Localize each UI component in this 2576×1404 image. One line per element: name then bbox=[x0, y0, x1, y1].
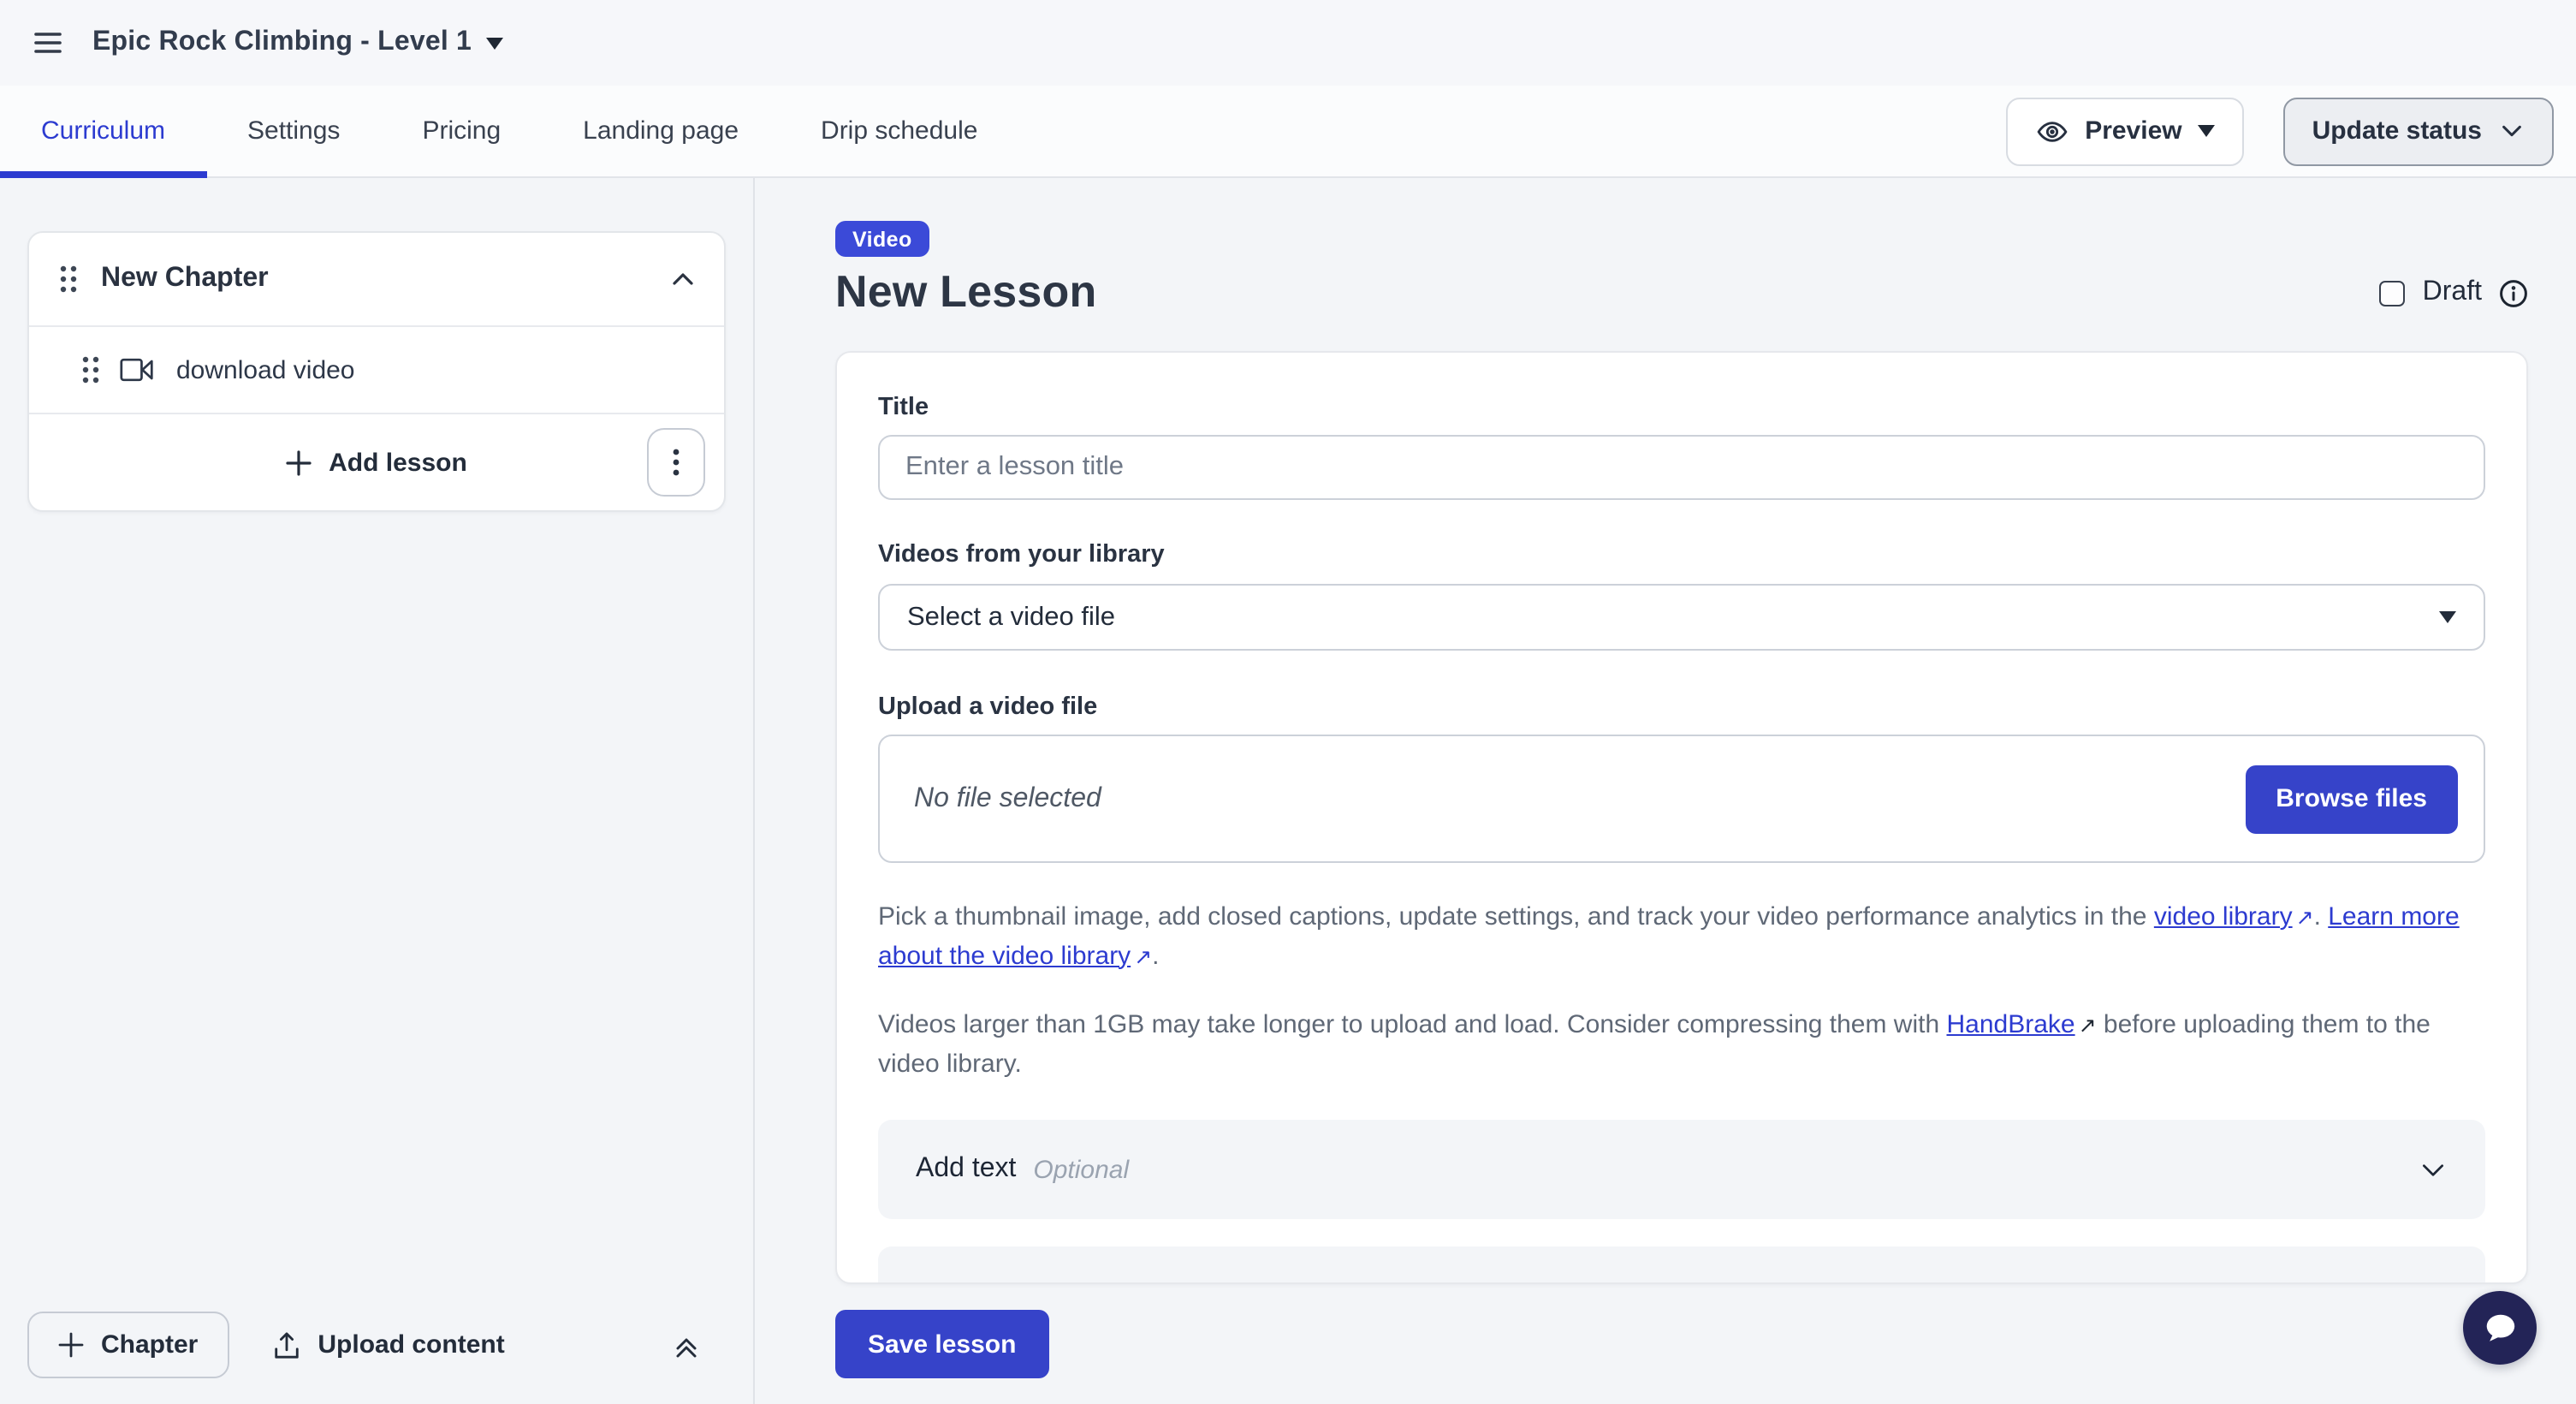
app-window: Epic Rock Climbing - Level 1 Curriculum … bbox=[0, 0, 2576, 1404]
lesson-type-badge: Video bbox=[835, 221, 929, 257]
chapter-footer: Add lesson bbox=[29, 414, 724, 510]
video-library-select[interactable]: Select a video file bbox=[878, 584, 2485, 651]
file-upload-dropzone[interactable]: No file selected Browse files bbox=[878, 735, 2485, 863]
no-file-text: No file selected bbox=[914, 783, 1101, 814]
lesson-title: download video bbox=[176, 355, 355, 384]
tab-settings[interactable]: Settings bbox=[206, 86, 381, 176]
drag-handle-icon[interactable] bbox=[80, 354, 101, 385]
add-text-section[interactable]: Add text Optional bbox=[878, 1120, 2485, 1219]
compression-help-text: Videos larger than 1GB may take longer t… bbox=[878, 1007, 2485, 1082]
video-library-help-text: Pick a thumbnail image, add closed capti… bbox=[878, 899, 2485, 976]
help-text: Pick a thumbnail image, add closed capti… bbox=[878, 902, 2154, 931]
chapter-title: New Chapter bbox=[101, 264, 269, 294]
tab-pricing[interactable]: Pricing bbox=[381, 86, 542, 176]
add-lesson-label: Add lesson bbox=[329, 448, 467, 477]
chevron-down-icon bbox=[2419, 1155, 2448, 1184]
caret-down-icon bbox=[2198, 125, 2215, 137]
add-lesson-button[interactable]: Add lesson bbox=[286, 448, 467, 477]
upload-content-label: Upload content bbox=[318, 1330, 504, 1359]
lesson-editor: Video New Lesson Draft Title Videos from… bbox=[755, 178, 2576, 1404]
draft-checkbox[interactable] bbox=[2380, 280, 2406, 306]
draft-label: Draft bbox=[2423, 277, 2482, 308]
tab-bar: Curriculum Settings Pricing Landing page… bbox=[0, 86, 2576, 178]
lesson-header: Video New Lesson Draft bbox=[835, 221, 2528, 318]
collapse-all-icon[interactable] bbox=[671, 1330, 702, 1360]
lesson-page-title: New Lesson bbox=[835, 265, 1096, 318]
browse-files-button[interactable]: Browse files bbox=[2245, 764, 2458, 833]
drag-handle-icon[interactable] bbox=[58, 264, 79, 294]
chapter-menu-button[interactable] bbox=[647, 428, 705, 497]
tab-landing-page[interactable]: Landing page bbox=[542, 86, 780, 176]
sidebar-footer: Chapter Upload content bbox=[27, 1312, 726, 1378]
caret-down-icon bbox=[485, 37, 502, 49]
kebab-icon bbox=[673, 449, 680, 476]
external-link-icon: ↗ bbox=[2079, 1008, 2097, 1045]
add-downloads-section[interactable]: Add downloads Optional bbox=[878, 1246, 2485, 1284]
plus-icon bbox=[58, 1332, 84, 1358]
chapter-header[interactable]: New Chapter bbox=[29, 233, 724, 325]
external-link-icon: ↗ bbox=[2296, 901, 2314, 937]
plus-icon bbox=[286, 449, 312, 475]
preview-label: Preview bbox=[2085, 116, 2181, 146]
upload-icon bbox=[271, 1330, 300, 1360]
video-camera-icon bbox=[120, 356, 154, 384]
chat-bubble-icon bbox=[2480, 1309, 2520, 1347]
save-lesson-button[interactable]: Save lesson bbox=[835, 1310, 1048, 1378]
chevron-up-icon[interactable] bbox=[669, 265, 697, 293]
chapter-card: New Chapter download video bbox=[27, 231, 726, 512]
external-link-icon: ↗ bbox=[1134, 939, 1152, 976]
preview-button[interactable]: Preview bbox=[2006, 97, 2243, 165]
optional-label: Optional bbox=[1033, 1155, 1129, 1184]
add-chapter-button[interactable]: Chapter bbox=[27, 1312, 229, 1378]
video-library-link[interactable]: video library bbox=[2154, 902, 2293, 931]
help-text: . bbox=[2314, 902, 2329, 931]
tab-bar-actions: Preview Update status bbox=[2006, 86, 2554, 176]
top-bar: Epic Rock Climbing - Level 1 bbox=[0, 0, 2576, 86]
lesson-row[interactable]: download video bbox=[29, 327, 724, 413]
course-title-dropdown[interactable]: Epic Rock Climbing - Level 1 bbox=[92, 27, 502, 58]
update-status-label: Update status bbox=[2312, 116, 2482, 146]
info-icon[interactable] bbox=[2499, 278, 2528, 307]
tab-curriculum[interactable]: Curriculum bbox=[0, 86, 206, 176]
course-title: Epic Rock Climbing - Level 1 bbox=[92, 27, 472, 58]
optional-label: Optional bbox=[1120, 1282, 1216, 1284]
caret-down-icon bbox=[2439, 611, 2456, 623]
upload-field-label: Upload a video file bbox=[878, 693, 2485, 721]
add-text-label: Add text bbox=[916, 1154, 1016, 1185]
lesson-title-input[interactable] bbox=[878, 435, 2485, 500]
help-text: . bbox=[1152, 941, 1159, 970]
lesson-form-card: Title Videos from your library Select a … bbox=[835, 351, 2528, 1284]
update-status-button[interactable]: Update status bbox=[2283, 97, 2554, 165]
chat-widget-button[interactable] bbox=[2463, 1291, 2537, 1365]
eye-icon bbox=[2035, 114, 2069, 148]
upload-content-button[interactable]: Upload content bbox=[271, 1330, 504, 1360]
video-library-select-value: Select a video file bbox=[907, 602, 1115, 633]
chevron-down-icon bbox=[2419, 1282, 2448, 1284]
course-tabs: Curriculum Settings Pricing Landing page… bbox=[0, 86, 1018, 176]
chevron-down-icon bbox=[2499, 118, 2525, 144]
workspace: New Chapter download video bbox=[0, 178, 2576, 1404]
add-downloads-label: Add downloads bbox=[916, 1281, 1103, 1284]
add-chapter-label: Chapter bbox=[101, 1330, 198, 1359]
handbrake-link[interactable]: HandBrake bbox=[1947, 1010, 2075, 1039]
curriculum-sidebar: New Chapter download video bbox=[0, 178, 755, 1404]
tab-drip-schedule[interactable]: Drip schedule bbox=[780, 86, 1018, 176]
menu-icon[interactable] bbox=[31, 26, 65, 60]
help-text: Videos larger than 1GB may take longer t… bbox=[878, 1010, 1947, 1039]
draft-toggle-row: Draft bbox=[2380, 277, 2528, 308]
title-field-label: Title bbox=[878, 394, 2485, 421]
library-field-label: Videos from your library bbox=[878, 541, 2485, 568]
